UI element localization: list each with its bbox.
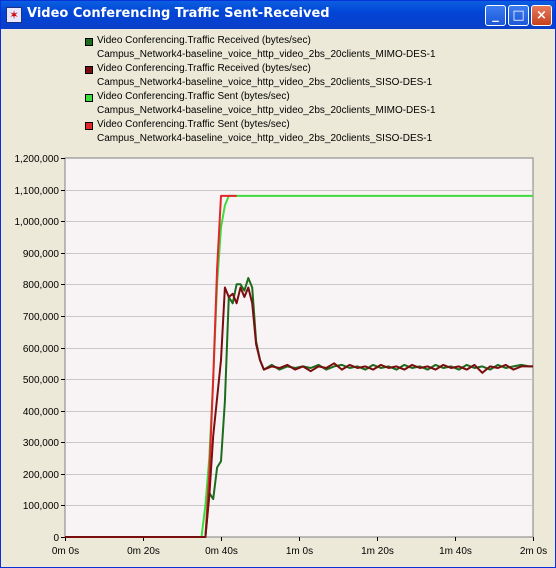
x-tick-label: 1m 20s — [361, 546, 394, 557]
y-tick-label: 200,000 — [23, 470, 60, 481]
y-tick-label: 0 — [53, 533, 59, 544]
x-tick-label: 0m 0s — [52, 546, 79, 557]
y-tick-label: 700,000 — [23, 312, 60, 323]
y-tick-label: 500,000 — [23, 375, 60, 386]
y-tick-label: 400,000 — [23, 407, 60, 418]
y-tick-label: 900,000 — [23, 249, 60, 260]
line-chart: 0 100,000 200,000 300,000 400,000 500,000 600,… — [15, 154, 548, 557]
chart-window: ✶ Video Conferencing Traffic Sent-Receiv… — [0, 0, 556, 568]
y-tick-label: 1,100,000 — [15, 186, 60, 197]
x-tick-label: 1m 40s — [439, 546, 472, 557]
y-axis-ticks: 0 100,000 200,000 300,000 400,000 500,000 600,… — [15, 154, 65, 544]
y-tick-label: 1,200,000 — [15, 154, 60, 165]
x-tick-label: 0m 20s — [127, 546, 160, 557]
x-axis-ticks: 0m 0s 0m 20s 0m 40s 1m 0s 1m 20s 1m 40s 2m 0s — [52, 537, 547, 557]
x-tick-label: 2m 0s — [520, 546, 547, 557]
y-tick-label: 100,000 — [23, 501, 60, 512]
x-tick-label: 1m 0s — [286, 546, 313, 557]
x-tick-label: 0m 40s — [205, 546, 238, 557]
y-tick-label: 1,000,000 — [15, 217, 60, 228]
plot-area — [64, 157, 534, 538]
y-tick-label: 300,000 — [23, 438, 60, 449]
y-tick-label: 600,000 — [23, 344, 60, 355]
y-tick-label: 800,000 — [23, 280, 60, 291]
